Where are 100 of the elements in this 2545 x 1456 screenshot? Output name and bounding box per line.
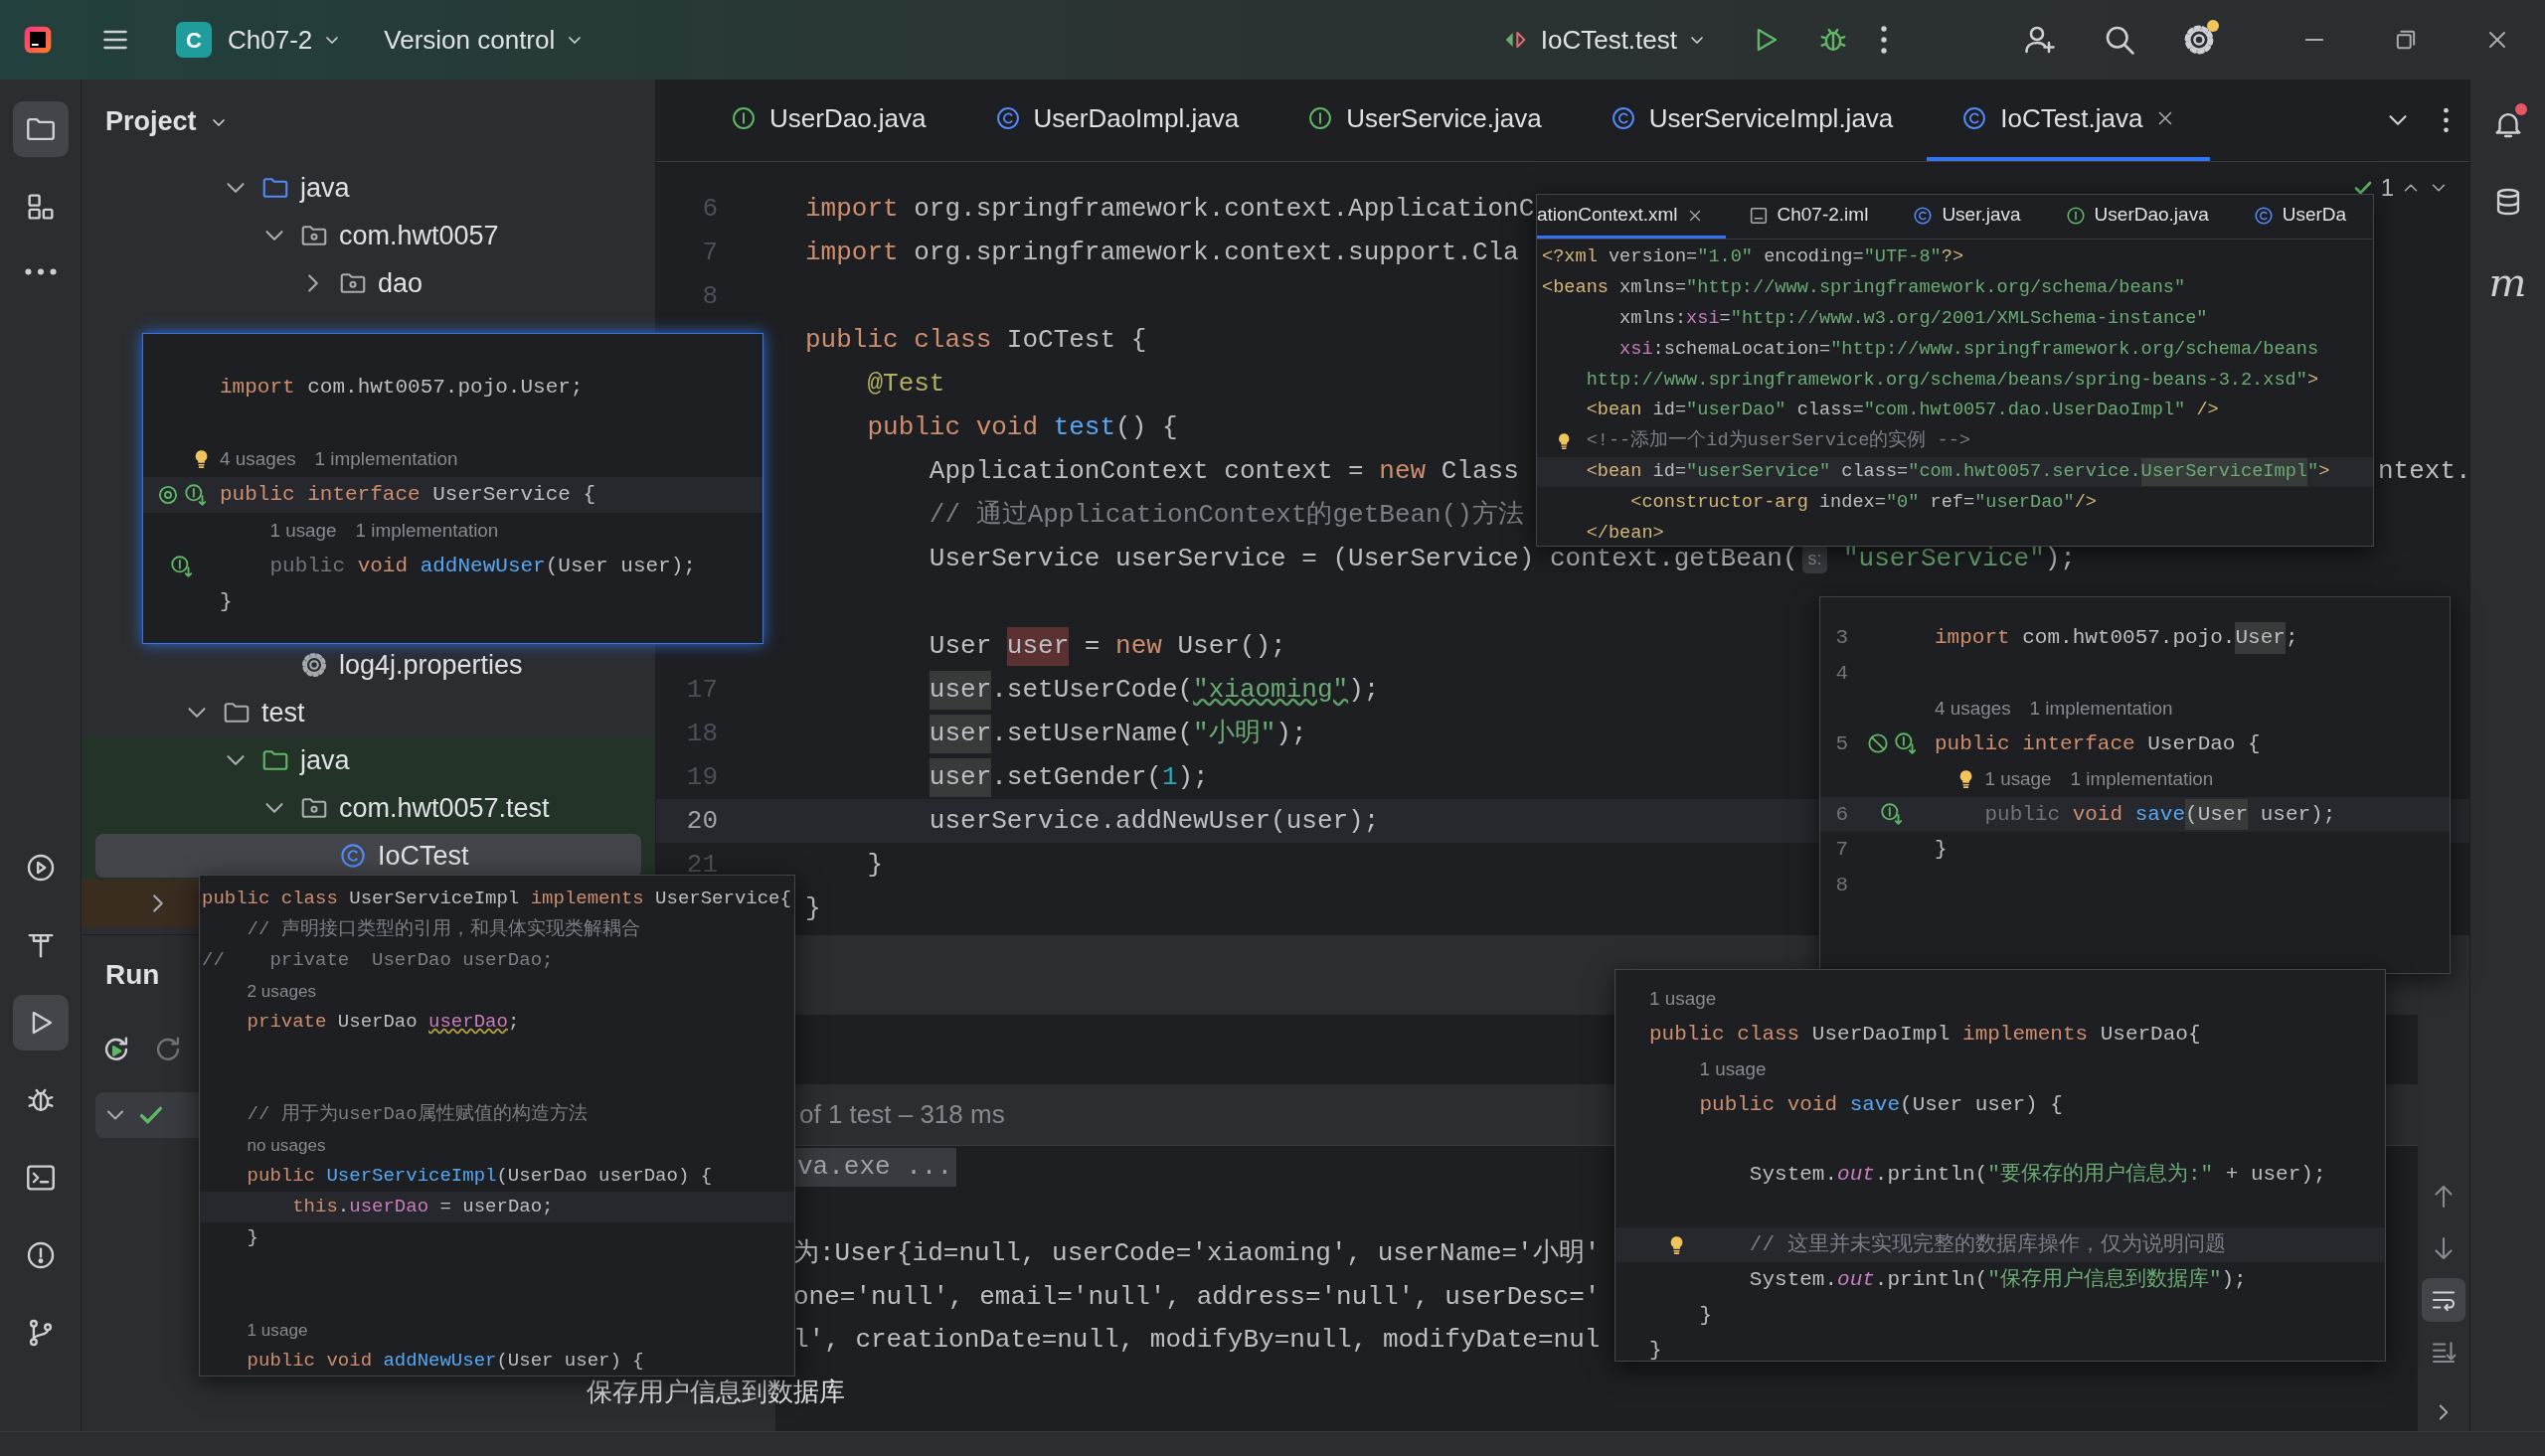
- code-line: <?xml version="1.0" encoding="UTF-8"?>: [1542, 245, 1964, 270]
- code-line: import org.springframework.context.support.Cla: [805, 236, 1519, 269]
- more-icon[interactable]: [1880, 25, 1888, 55]
- project-tool-button[interactable]: [12, 101, 69, 157]
- editor-tab[interactable]: UserDao.java: [696, 80, 960, 161]
- editor-tab[interactable]: User.java: [1890, 195, 2043, 239]
- tree-item[interactable]: IoCTest: [378, 835, 469, 877]
- code-line: private UserDao userDao;: [247, 1010, 520, 1036]
- editor-tab[interactable]: IoCTest.java: [1927, 80, 2211, 161]
- code-line: public interface UserService {: [220, 482, 596, 509]
- code-line: public class UserServiceImpl implements UserService{: [202, 887, 791, 912]
- code-line: <!--添加一个id为userService的实例 -->: [1586, 428, 1970, 454]
- line-number: 5: [1834, 730, 1848, 757]
- code-line: System.out.println("保存用户信息到数据库");: [1749, 1266, 2247, 1294]
- console-output: l', creationDate=null, modifyBy=null, modifyDate=nul: [793, 1324, 1601, 1358]
- run-tool-button[interactable]: [12, 995, 69, 1051]
- code-line: }: [1649, 1337, 1662, 1361]
- tree-item-selected[interactable]: IoCTest: [95, 834, 641, 878]
- tree-item[interactable]: com.hwt0057: [339, 215, 499, 256]
- plugin-icon[interactable]: m: [2488, 262, 2527, 302]
- editor-tab[interactable]: UserService.java: [1272, 80, 1576, 161]
- editor-tab[interactable]: Ch07-2.iml: [1725, 195, 1891, 239]
- console-output: 保存用户信息到数据库: [587, 1375, 845, 1408]
- tree-item[interactable]: log4j.properties: [339, 644, 523, 686]
- more-tools-button[interactable]: [23, 267, 58, 276]
- code-line: public class IoCTest {: [805, 323, 1147, 357]
- project-name[interactable]: Ch07-2: [228, 20, 313, 60]
- code-line: </bean>: [1586, 521, 1664, 546]
- project-badge: C: [176, 22, 212, 58]
- editor-tab[interactable]: UserServiceImpl.java: [1575, 80, 1928, 161]
- usage-hint[interactable]: 1 usage: [247, 1317, 308, 1344]
- app-logo-icon[interactable]: [22, 24, 54, 56]
- usage-hint[interactable]: 1 implementation: [355, 516, 499, 546]
- code-line: // 通过ApplicationContext的getBean()方法: [929, 498, 1524, 532]
- implementation-gutter-icon[interactable]: [182, 482, 209, 508]
- code-line: <constructor-arg index="0" ref="userDao"/>: [1630, 490, 2097, 515]
- usage-hint[interactable]: no usages: [247, 1132, 326, 1159]
- console-output: 为:User{id=null, userCode='xiaoming', userName='小明': [793, 1237, 1601, 1271]
- code-line: xmlns:xsi="http://www.w3.org/2001/XMLSchema-instance": [1619, 307, 2208, 332]
- implementation-gutter-icon[interactable]: [1892, 730, 1919, 757]
- gear-icon: [299, 650, 329, 680]
- editor-tab[interactable]: UserDaoImpl.java: [959, 80, 1273, 161]
- code-line: }: [805, 891, 821, 925]
- code-line: public void test() {: [867, 410, 1178, 444]
- usage-hint[interactable]: 1 usage: [269, 516, 337, 546]
- line-number: 7: [1834, 837, 1848, 863]
- code-line: System.out.println("要保存的用户信息为:" + user);: [1749, 1161, 2326, 1189]
- usage-hint[interactable]: 2 usages: [247, 978, 316, 1005]
- usage-hint[interactable]: 4 usages: [220, 444, 296, 474]
- tree-item[interactable]: test: [261, 692, 305, 733]
- soft-wrap-button[interactable]: [2422, 1278, 2465, 1322]
- line-number: 3: [1834, 625, 1848, 651]
- panel-title[interactable]: Project: [105, 101, 197, 142]
- inspection-count[interactable]: 1: [2380, 170, 2394, 206]
- interface-icon: [730, 104, 758, 132]
- code-line: import com.hwt0057.pojo.User;: [220, 375, 584, 402]
- tree-item[interactable]: java: [300, 739, 350, 781]
- code-line: public void addNewUser(User user) {: [247, 1349, 644, 1375]
- code-line: user.setUserName("小明");: [929, 712, 1307, 755]
- code-line: @Test: [867, 367, 945, 401]
- editor-tab[interactable]: ationContext.xml: [1537, 195, 1726, 239]
- console-output: one='null', email='null', address='null', userDesc=': [793, 1280, 1601, 1314]
- usage-hint[interactable]: 1 usage: [1984, 764, 2052, 793]
- code-line: // private UserDao userDao;: [202, 948, 554, 974]
- code-line: <bean id="userDao" class="com.hwt0057.dao.UserDaoImpl" />: [1586, 399, 2219, 423]
- usage-hint[interactable]: 1 usage: [1699, 1055, 1767, 1084]
- tree-item[interactable]: java: [300, 167, 350, 209]
- vcs-menu[interactable]: Version control: [384, 20, 556, 60]
- code-line: public void addNewUser(User user);: [269, 554, 696, 580]
- line-number: 4: [1834, 660, 1848, 687]
- code-line: public interface UserDao {: [1935, 730, 2261, 757]
- implementation-gutter-icon[interactable]: [1878, 801, 1905, 828]
- code-line: xsi:schemaLocation="http://www.springframework.org/schema/beans: [1619, 337, 2319, 362]
- code-line: user.setUserCode("xiaoming");: [929, 668, 1380, 712]
- run-config[interactable]: IoCTest.test: [1540, 20, 1677, 60]
- usage-hint[interactable]: 4 usages: [1935, 694, 2011, 723]
- usage-hint[interactable]: 1 implementation: [2029, 694, 2173, 723]
- tree-item[interactable]: dao: [378, 262, 424, 304]
- code-line: ApplicationContext context = new Class: [929, 454, 1519, 488]
- console-command: va.exe ...: [793, 1148, 957, 1188]
- editor-tab[interactable]: UserDao.java: [2042, 195, 2231, 239]
- code-line: this.userDao = userDao;: [292, 1195, 554, 1220]
- usage-hint[interactable]: 1 implementation: [2070, 764, 2214, 793]
- code-line: import org.springframework.context.ApplicationC: [805, 192, 1535, 226]
- line-number: 6: [1834, 801, 1848, 828]
- usage-hint[interactable]: 1 usage: [1649, 985, 1717, 1014]
- implementation-gutter-icon[interactable]: [168, 554, 195, 579]
- code-line: <bean id="userService" class="com.hwt0057.service.UserServiceImpl">: [1586, 456, 2330, 488]
- code-line: }: [220, 589, 233, 616]
- code-line: }: [1935, 837, 1948, 863]
- code-line: }: [867, 848, 884, 882]
- code-line: http://www.springframework.org/schema/beans/spring-beans-3.2.xsd">: [1586, 368, 2319, 393]
- more-icon[interactable]: [2443, 106, 2450, 134]
- more-icon: [23, 267, 58, 276]
- code-line: }: [1699, 1302, 1713, 1329]
- editor-tab[interactable]: UserDa: [2230, 195, 2369, 239]
- usage-hint[interactable]: 1 implementation: [314, 444, 458, 474]
- code-line: // 用于为userDao属性赋值的构造方法: [247, 1102, 588, 1128]
- code-line: User user = new User();: [929, 624, 1286, 668]
- code-line: import com.hwt0057.pojo.User;: [1935, 620, 2298, 656]
